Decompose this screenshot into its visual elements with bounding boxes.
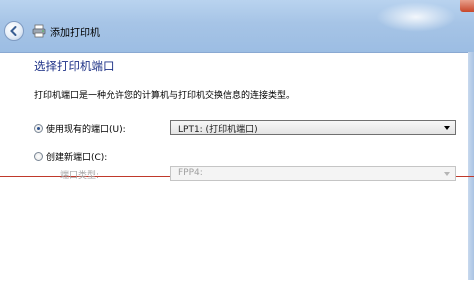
port-type-label: 端口类型:	[60, 171, 100, 181]
window-title: 添加打印机	[50, 28, 100, 39]
printer-icon	[32, 24, 46, 38]
port-type-dropdown[interactable]: FPP4:	[170, 166, 456, 181]
back-button[interactable]	[4, 21, 24, 41]
titlebar-glow	[376, 2, 456, 32]
chevron-down-icon	[444, 126, 450, 130]
new-port-label[interactable]: 创建新端口(C):	[46, 150, 107, 163]
page-title: 选择打印机端口	[34, 59, 115, 73]
existing-port-dropdown[interactable]: LPT1: (打印机端口)	[170, 120, 456, 135]
port-type-value: FPP4:	[178, 168, 203, 178]
window-right-edge	[468, 52, 474, 280]
existing-port-label[interactable]: 使用现有的端口(U):	[46, 122, 126, 135]
existing-port-value: LPT1: (打印机端口)	[178, 125, 258, 135]
close-button[interactable]	[460, 0, 474, 12]
existing-port-radio[interactable]	[34, 124, 43, 133]
new-port-radio[interactable]	[34, 152, 43, 161]
page-description: 打印机端口是一种允许您的计算机与打印机交换信息的连接类型。	[34, 91, 296, 101]
chevron-down-icon	[444, 172, 450, 176]
back-arrow-icon	[10, 26, 17, 36]
window-titlebar: 添加打印机	[0, 0, 474, 52]
